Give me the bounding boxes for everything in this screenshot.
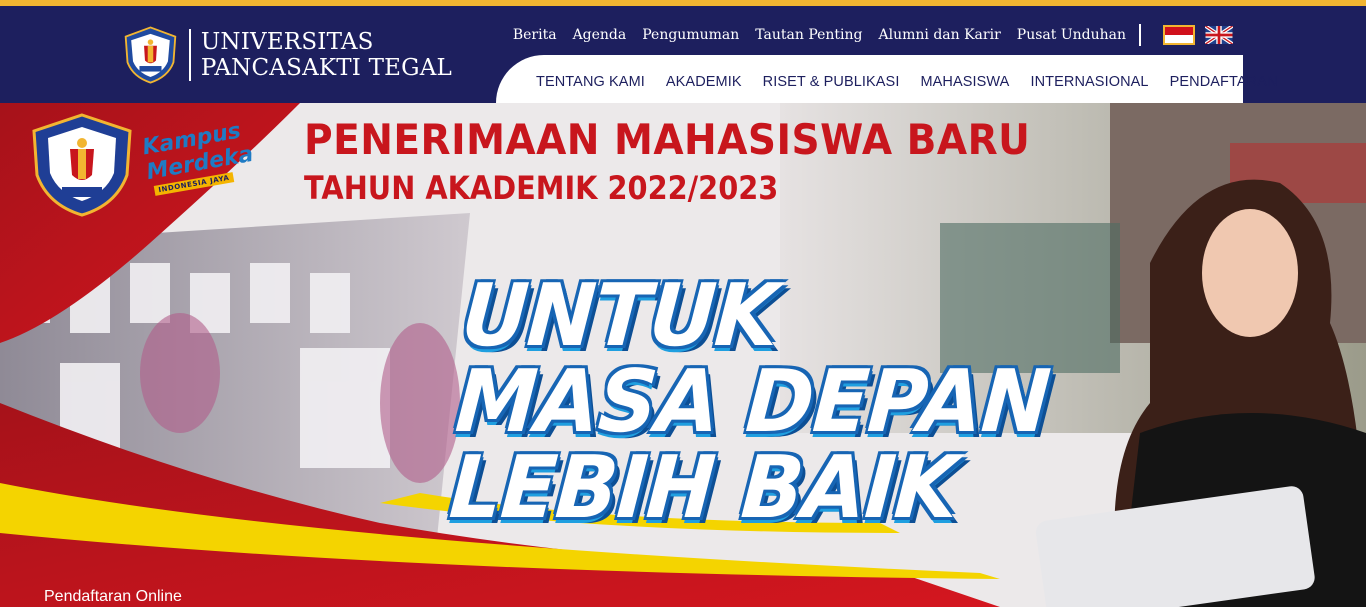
top-nav-separator	[1139, 24, 1141, 46]
hero-slogan: UNTUK MASA DEPAN LEBIH BAIK	[446, 266, 1058, 538]
logo-line2: PANCASAKTI TEGAL	[200, 55, 452, 81]
university-seal-icon	[124, 26, 177, 84]
main-nav-mahasiswa[interactable]: MAHASISWA	[920, 74, 1009, 90]
top-nav: Berita Agenda Pengumuman Tautan Penting …	[497, 24, 1233, 46]
main-nav-riset-publikasi[interactable]: RISET & PUBLIKASI	[763, 74, 900, 90]
main-nav-pendaftaran[interactable]: PENDAFTARAN	[1170, 74, 1278, 90]
pendaftaran-online-caption: Pendaftaran Online	[44, 588, 182, 605]
top-nav-pusat-unduhan[interactable]: Pusat Unduhan	[1017, 27, 1126, 43]
main-nav: TENTANG KAMI AKADEMIK RISET & PUBLIKASI …	[496, 55, 1277, 109]
main-nav-akademik[interactable]: AKADEMIK	[666, 74, 742, 90]
indonesia-flag-icon[interactable]	[1163, 25, 1195, 45]
top-nav-pengumuman[interactable]: Pengumuman	[642, 27, 739, 43]
hero-banner[interactable]: Kampus Merdeka INDONESIA JAYA PENERIMAAN…	[0, 103, 1366, 607]
top-nav-alumni-karir[interactable]: Alumni dan Karir	[879, 27, 1001, 43]
logo-wordmark: UNIVERSITAS PANCASAKTI TEGAL	[201, 29, 452, 81]
top-nav-tautan-penting[interactable]: Tautan Penting	[755, 27, 862, 43]
logo-line1: UNIVERSITAS	[200, 29, 374, 55]
slogan-line2: MASA DEPAN	[452, 352, 1053, 452]
slogan-line3: LEBIH BAIK	[446, 438, 961, 538]
hero-university-seal-icon	[32, 113, 132, 217]
uk-flag-icon[interactable]	[1205, 26, 1233, 44]
hero-subtitle: TAHUN AKADEMIK 2022/2023	[304, 169, 779, 207]
top-nav-berita[interactable]: Berita	[513, 27, 557, 43]
main-nav-internasional[interactable]: INTERNASIONAL	[1030, 74, 1148, 90]
site-logo[interactable]: UNIVERSITAS PANCASAKTI TEGAL	[122, 23, 452, 87]
site-header: UNIVERSITAS PANCASAKTI TEGAL Berita Agen…	[0, 6, 1366, 109]
hero-title: PENERIMAAN MAHASISWA BARU	[304, 115, 1031, 164]
main-nav-tentang-kami[interactable]: TENTANG KAMI	[536, 74, 645, 90]
top-nav-agenda[interactable]: Agenda	[573, 27, 627, 43]
logo-divider	[188, 29, 191, 81]
slogan-line1: UNTUK	[458, 266, 781, 366]
